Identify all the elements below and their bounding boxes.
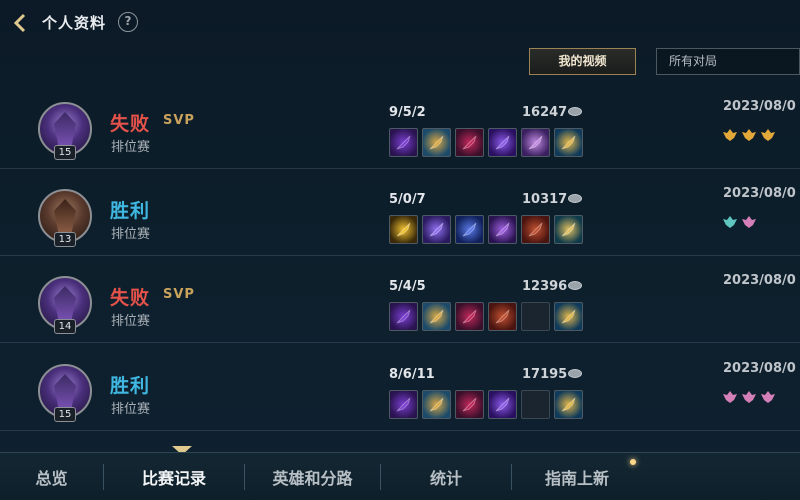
- blue-boots-icon[interactable]: [554, 390, 583, 419]
- gold-amount: 10317: [522, 192, 568, 207]
- match-result: 失败: [110, 113, 151, 135]
- coin-icon: [568, 194, 582, 203]
- item-build: [389, 215, 583, 244]
- nav-tab-label: 比赛记录: [141, 469, 206, 488]
- game-mode: 排位赛: [111, 402, 151, 417]
- crimson-blade-icon[interactable]: [455, 302, 484, 331]
- hero-level-badge: 13: [54, 232, 76, 247]
- gold-flame-badge-icon: [761, 129, 775, 141]
- hero-level-badge: 15: [54, 407, 76, 422]
- nav-tab-label: 英雄和分路: [272, 469, 353, 488]
- my-video-button[interactable]: 我的视频: [529, 48, 636, 75]
- match-date: 2023/08/0: [723, 186, 796, 201]
- match-date: 2023/08/0: [723, 273, 796, 288]
- achievement-badges: [722, 215, 757, 229]
- page-title: 个人资料: [42, 14, 107, 32]
- game-mode: 排位赛: [111, 314, 151, 329]
- top-bar: 个人资料 ?: [0, 0, 800, 46]
- match-date: 2023/08/0: [723, 361, 796, 376]
- game-mode: 排位赛: [111, 227, 151, 242]
- tab-statistics[interactable]: 统计: [381, 453, 511, 500]
- kda-score: 5/4/5: [389, 279, 426, 294]
- match-date: 2023/08/0: [723, 99, 796, 114]
- purple-sword-icon[interactable]: [488, 215, 517, 244]
- empty-item-slot[interactable]: [521, 302, 550, 331]
- coin-icon: [568, 369, 582, 378]
- game-mode: 排位赛: [111, 140, 151, 155]
- gold-trident-icon[interactable]: [422, 128, 451, 157]
- teal-shield-badge-icon: [723, 216, 737, 228]
- hero-portrait: [54, 112, 76, 146]
- crimson-blade-icon[interactable]: [455, 128, 484, 157]
- achievement-badges: [722, 128, 776, 142]
- match-filter-select[interactable]: 所有对局: [656, 48, 800, 75]
- nav-tab-label: 总览: [35, 469, 68, 488]
- back-button[interactable]: [8, 10, 34, 36]
- match-row[interactable]: 15 胜利排位赛 8/6/11 17195 2023/08/0: [0, 344, 800, 431]
- gold-amount: 12396: [522, 279, 568, 294]
- match-result: 失败: [110, 287, 151, 309]
- violet-rune-icon[interactable]: [422, 215, 451, 244]
- violet-orb-icon[interactable]: [488, 128, 517, 157]
- gold-flame-badge-icon: [723, 129, 737, 141]
- kda-score: 5/0/7: [389, 192, 426, 207]
- purple-staff-icon[interactable]: [389, 128, 418, 157]
- svp-label: SVP: [163, 113, 195, 128]
- pink-wing-badge-icon: [742, 216, 756, 228]
- blue-boots-icon[interactable]: [554, 302, 583, 331]
- svp-label: SVP: [163, 287, 195, 302]
- blue-wand-icon[interactable]: [455, 215, 484, 244]
- violet-orb-icon[interactable]: [488, 390, 517, 419]
- purple-staff-icon[interactable]: [389, 302, 418, 331]
- crimson-blade-icon[interactable]: [455, 390, 484, 419]
- new-content-dot-icon: [630, 459, 636, 465]
- match-row[interactable]: 14 失败 SVP 排位赛 5/4/5 12396 2023/08/0: [0, 256, 800, 343]
- purple-mask-icon[interactable]: [521, 128, 550, 157]
- gold-trident-icon[interactable]: [422, 390, 451, 419]
- gold-flame-badge-icon: [742, 129, 756, 141]
- pink-wing-badge-icon: [742, 391, 756, 403]
- match-result: 胜利: [110, 375, 151, 397]
- kda-score: 9/5/2: [389, 105, 426, 120]
- tab-match-history[interactable]: 比赛记录: [104, 453, 244, 500]
- tab-heroes-and-lanes[interactable]: 英雄和分路: [245, 453, 380, 500]
- empty-item-slot[interactable]: [521, 390, 550, 419]
- hero-portrait: [54, 286, 76, 320]
- hero-portrait: [54, 199, 76, 233]
- coin-icon: [568, 107, 582, 116]
- teal-boots-icon[interactable]: [554, 215, 583, 244]
- bottom-navigation: 总览 比赛记录 英雄和分路 统计 指南上新: [0, 452, 800, 500]
- purple-staff-icon[interactable]: [389, 390, 418, 419]
- tab-guide-new[interactable]: 指南上新: [512, 453, 642, 500]
- match-result: 胜利: [110, 200, 151, 222]
- hero-portrait: [54, 374, 76, 408]
- gold-orb-icon[interactable]: [389, 215, 418, 244]
- match-row[interactable]: 13 胜利排位赛 5/0/7 10317 2023/08/0: [0, 169, 800, 256]
- nav-tab-label: 统计: [429, 469, 462, 488]
- item-build: [389, 302, 583, 331]
- item-build: [389, 390, 583, 419]
- gold-trident-icon[interactable]: [422, 302, 451, 331]
- achievement-badges: [722, 390, 776, 404]
- hero-level-badge: 15: [54, 145, 76, 160]
- tab-overview[interactable]: 总览: [0, 453, 103, 500]
- item-build: [389, 128, 583, 157]
- coin-icon: [568, 281, 582, 290]
- match-row[interactable]: 15 失败 SVP 排位赛 9/5/2 16247 2023/08/0: [0, 82, 800, 169]
- kda-score: 8/6/11: [389, 367, 435, 382]
- nav-tab-label: 指南上新: [544, 469, 609, 488]
- gold-amount: 16247: [522, 105, 568, 120]
- red-tome-icon[interactable]: [488, 302, 517, 331]
- chevron-left-icon: [13, 13, 26, 33]
- pink-wing-badge-icon: [761, 391, 775, 403]
- red-tome-icon[interactable]: [521, 215, 550, 244]
- help-icon[interactable]: ?: [118, 12, 138, 32]
- pink-wing-badge-icon: [723, 391, 737, 403]
- blue-boots-icon[interactable]: [554, 128, 583, 157]
- gold-amount: 17195: [522, 367, 568, 382]
- hero-level-badge: 14: [54, 319, 76, 334]
